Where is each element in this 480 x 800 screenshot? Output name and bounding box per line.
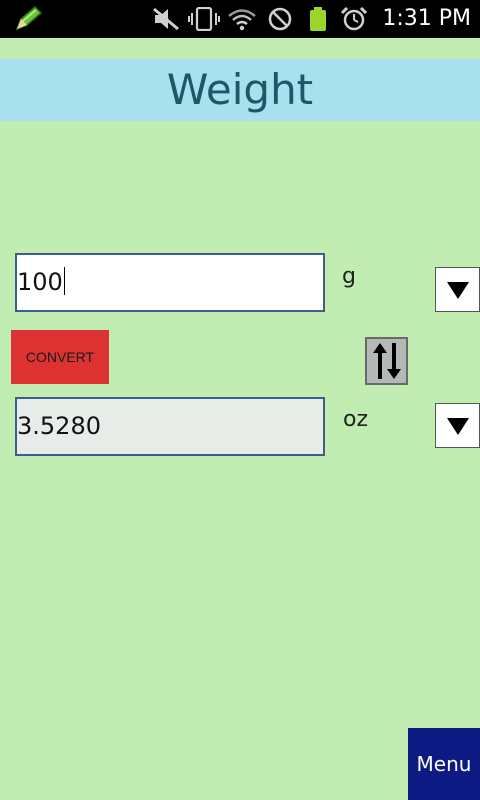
from-unit-label: g (342, 264, 356, 289)
from-unit-dropdown[interactable] (435, 267, 480, 312)
mute-icon (153, 7, 179, 31)
convert-button[interactable]: CONVERT (11, 330, 109, 384)
title-spacer (0, 38, 480, 59)
swap-units-button[interactable] (365, 337, 408, 385)
alarm-icon (341, 7, 367, 31)
no-sim-icon (268, 7, 292, 31)
result-value-field[interactable]: 3.5280 (15, 397, 325, 456)
to-unit-dropdown[interactable] (435, 403, 480, 448)
title-bar: Weight (0, 59, 480, 121)
status-bar: 1:31 PM (0, 0, 480, 38)
chevron-down-icon (446, 281, 469, 299)
wifi-icon (228, 9, 256, 31)
text-cursor (63, 267, 65, 295)
battery-icon (310, 7, 326, 31)
from-value-text: 100 (17, 268, 63, 296)
status-time: 1:31 PM (382, 6, 471, 31)
swap-arrows-icon (372, 343, 401, 379)
menu-button[interactable]: Menu (408, 728, 480, 800)
vibrate-icon (188, 7, 220, 31)
pencil-icon (15, 6, 42, 31)
page-title: Weight (166, 65, 314, 114)
from-value-input[interactable]: 100 (15, 253, 325, 312)
chevron-down-icon (446, 417, 469, 435)
to-unit-label: oz (343, 407, 369, 432)
